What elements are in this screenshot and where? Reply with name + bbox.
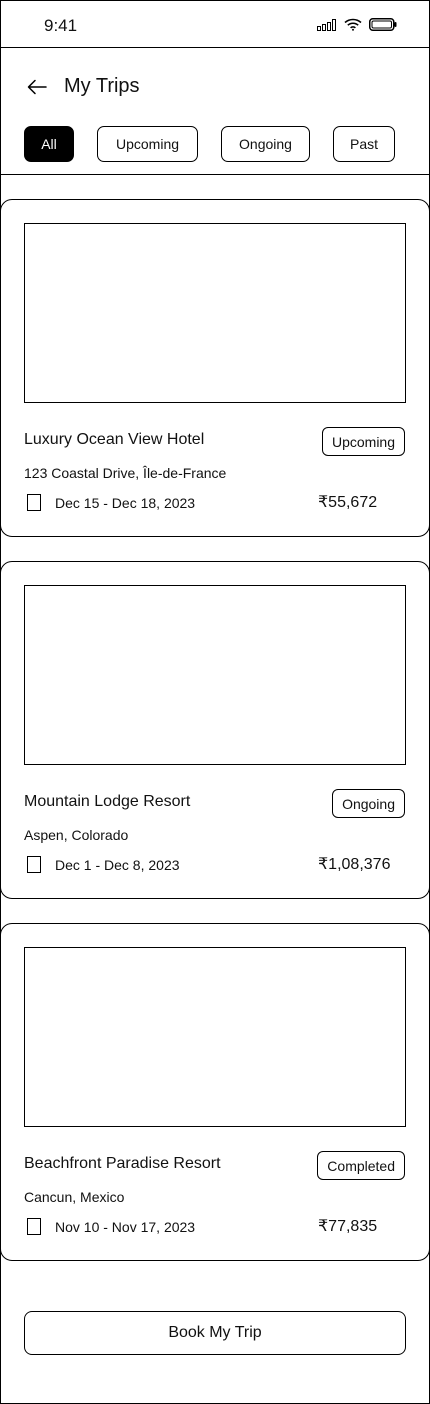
filter-tabs: All Upcoming Ongoing Past xyxy=(1,126,429,174)
tab-past[interactable]: Past xyxy=(333,126,395,162)
trip-dates: Dec 1 - Dec 8, 2023 xyxy=(55,857,180,873)
header-divider xyxy=(1,174,429,175)
status-badge: Completed xyxy=(317,1151,405,1180)
trip-price: ₹55,672 xyxy=(318,494,378,511)
status-icons xyxy=(317,18,397,31)
trip-dates: Dec 15 - Dec 18, 2023 xyxy=(55,495,196,511)
status-bar: 9:41 xyxy=(1,1,429,48)
status-badge: Ongoing xyxy=(332,789,405,818)
trip-image-placeholder xyxy=(24,223,406,403)
back-button[interactable] xyxy=(25,77,49,97)
tab-upcoming[interactable]: Upcoming xyxy=(97,126,198,162)
trip-card[interactable]: Luxury Ocean View Hotel Upcoming 123 Coa… xyxy=(1,199,429,537)
phone-frame: 9:41 My Trips All Upcoming Ongoing Past … xyxy=(0,0,430,1404)
trip-price: ₹1,08,376 xyxy=(318,856,391,873)
battery-icon xyxy=(369,18,397,31)
page-title: My Trips xyxy=(64,75,140,97)
trip-name: Luxury Ocean View Hotel xyxy=(24,431,205,448)
book-my-trip-button[interactable]: Book My Trip xyxy=(24,1311,406,1355)
wifi-icon xyxy=(344,18,362,31)
trip-price: ₹77,835 xyxy=(318,1218,378,1235)
trip-location: Aspen, Colorado xyxy=(24,827,129,843)
trip-name: Mountain Lodge Resort xyxy=(24,793,191,810)
signal-icon xyxy=(317,18,336,31)
calendar-icon xyxy=(27,856,41,873)
status-time: 9:41 xyxy=(44,16,78,35)
trip-location: 123 Coastal Drive, Île-de-France xyxy=(24,465,227,481)
tab-ongoing[interactable]: Ongoing xyxy=(221,126,310,162)
trip-image-placeholder xyxy=(24,947,406,1127)
arrow-left-icon xyxy=(27,79,47,95)
trip-image-placeholder xyxy=(24,585,406,765)
trip-card[interactable]: Mountain Lodge Resort Ongoing Aspen, Col… xyxy=(1,561,429,899)
trip-name: Beachfront Paradise Resort xyxy=(24,1155,221,1172)
header: My Trips xyxy=(1,49,429,125)
tab-all[interactable]: All xyxy=(24,126,74,162)
calendar-icon xyxy=(27,1218,41,1235)
status-badge: Upcoming xyxy=(321,427,405,456)
trip-location: Cancun, Mexico xyxy=(24,1189,125,1205)
calendar-icon xyxy=(27,494,41,511)
trip-dates: Nov 10 - Nov 17, 2023 xyxy=(55,1219,196,1235)
trip-card[interactable]: Beachfront Paradise Resort Completed Can… xyxy=(1,923,429,1261)
